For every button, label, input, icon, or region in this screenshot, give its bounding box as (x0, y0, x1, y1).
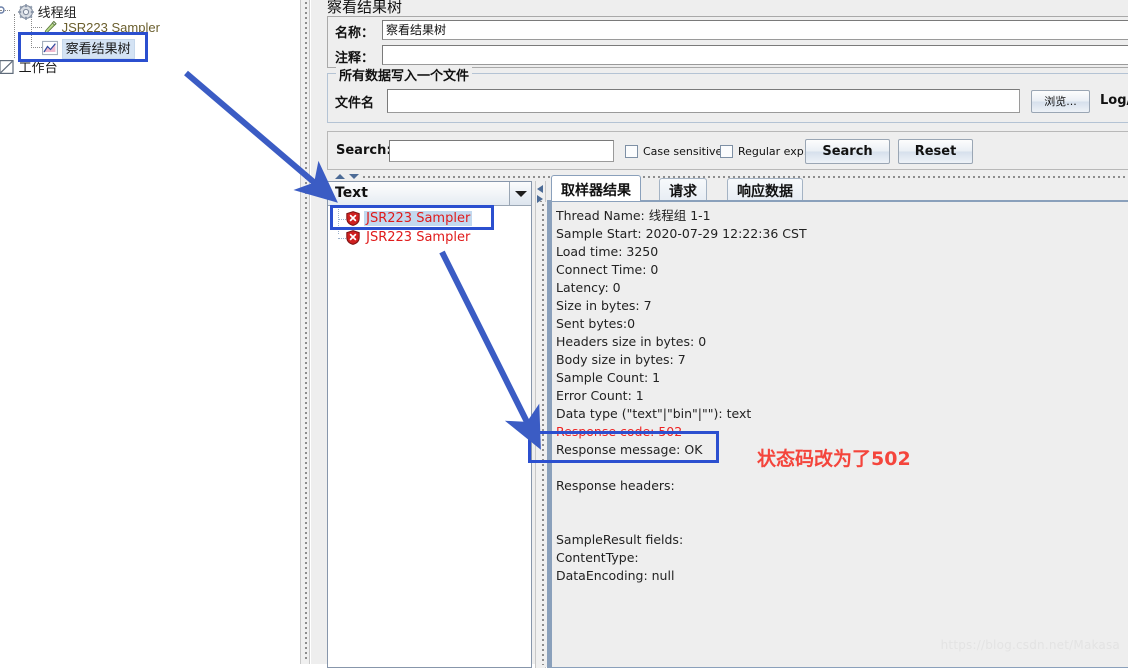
pane-left-splitter[interactable] (539, 202, 547, 667)
pane-left-bar (548, 202, 552, 667)
case-sensitive-checkbox[interactable] (625, 145, 638, 158)
sampler-result-line: Headers size in bytes: 0 (556, 334, 707, 349)
comment-row: 注释： (328, 43, 1128, 67)
sampler-result-line: Data type ("text"|"bin"|""): text (556, 406, 752, 421)
sampler-result-line: Thread Name: 线程组 1-1 (556, 208, 711, 223)
app-root: 线程组 JSR223 Sampler 察看结果树 工作台 察看结果树 名称： 察… (0, 0, 1128, 668)
tree-item-workbench[interactable]: 工作台 (0, 57, 58, 76)
sampler-result-line (556, 495, 1128, 513)
list-connector-h1 (338, 219, 346, 220)
sampler-result-pane: Thread Name: 线程组 1-1 Sample Start: 2020-0… (539, 202, 1128, 668)
sampler-result-line: SampleResult fields: (556, 532, 684, 547)
comment-label: 注释： (335, 51, 375, 66)
collapse-down-icon[interactable] (349, 174, 359, 179)
tree-connector-vertical (14, 14, 15, 58)
sampler-result-line: DataEncoding: null (556, 568, 675, 583)
list-connector (338, 209, 339, 234)
vertical-splitter[interactable] (300, 0, 310, 664)
results-tree-list: Text JSR223 Sampler JSR223 Sampler (327, 181, 532, 668)
renderer-combo-value: Text (335, 185, 368, 201)
collapse-left-icon[interactable] (537, 185, 543, 193)
reset-button[interactable]: Reset (898, 139, 973, 164)
filename-label: 文件名 (335, 96, 375, 111)
group-title: 所有数据写入一个文件 (336, 65, 473, 84)
tree-item-label: 工作台 (18, 60, 58, 75)
tree-item-label: JSR223 Sampler (61, 20, 160, 36)
annotation-note: 状态码改为了502 (757, 448, 911, 470)
gear-icon (18, 3, 34, 20)
write-all-data-to-file-group: 所有数据写入一个文件 文件名 浏览... Log/Di (327, 65, 1128, 123)
tab-response-data[interactable]: 响应数据 (727, 178, 803, 201)
page-title: 察看结果树 (327, 0, 403, 16)
result-item-label: JSR223 Sampler (366, 230, 471, 245)
sampler-result-line: ContentType: (556, 550, 639, 565)
tabstrip: 取样器结果 请求 响应数据 (547, 175, 1128, 202)
test-plan-tree-panel: 线程组 JSR223 Sampler 察看结果树 工作台 (0, 0, 300, 664)
search-input[interactable] (389, 140, 614, 162)
list-connector-h2 (338, 238, 346, 239)
tree-item-label: 察看结果树 (61, 39, 135, 59)
results-tree-icon (42, 40, 58, 55)
workbench-icon (0, 59, 14, 74)
tree-item-jsr223-sampler[interactable]: JSR223 Sampler (42, 19, 160, 36)
sampler-result-line: Error Count: 1 (556, 388, 644, 403)
case-sensitive-label: Case sensitive (643, 145, 723, 158)
result-list-item[interactable]: JSR223 Sampler (346, 211, 473, 226)
sampler-result-line: Sent bytes:0 (556, 316, 636, 331)
tab-request[interactable]: 请求 (659, 178, 707, 201)
view-results-tree-panel: 察看结果树 名称： 察看结果树 注释： 所有数据写入一个文件 文件名 浏览...… (311, 0, 1128, 668)
name-comment-form: 名称： 察看结果树 注释： (327, 16, 1128, 68)
regular-exp-checkbox[interactable] (720, 145, 733, 158)
watermark: https://blog.csdn.net/Makasa (940, 638, 1120, 652)
sampler-result-line: Load time: 3250 (556, 244, 659, 259)
search-label: Search: (336, 143, 392, 158)
tree-expand-toggle-icon[interactable] (0, 4, 9, 16)
collapse-up-icon[interactable] (335, 174, 345, 179)
sampler-result-line: Body size in bytes: 7 (556, 352, 686, 367)
test-tube-icon (43, 20, 57, 34)
tab-sampler-result[interactable]: 取样器结果 (551, 175, 641, 201)
renderer-combo[interactable]: Text (328, 182, 531, 206)
sampler-result-line: Response headers: (556, 478, 675, 493)
name-label: 名称： (335, 26, 375, 41)
chevron-down-icon (515, 191, 527, 197)
comment-input[interactable] (382, 45, 1128, 65)
name-row: 名称： 察看结果树 (328, 18, 1128, 42)
error-shield-icon (346, 230, 360, 245)
search-button[interactable]: Search (805, 139, 890, 164)
renderer-combo-button[interactable] (509, 182, 531, 205)
sampler-result-line: Sample Count: 1 (556, 370, 661, 385)
tree-item-view-results-tree[interactable]: 察看结果树 (42, 38, 135, 59)
tree-connector-h2 (31, 47, 42, 48)
tree-connector-h1 (31, 27, 42, 28)
tree-item-label: 线程组 (37, 5, 77, 20)
sampler-result-text[interactable]: Thread Name: 线程组 1-1 Sample Start: 2020-0… (556, 207, 1128, 667)
error-shield-icon (346, 211, 360, 226)
name-input[interactable]: 察看结果树 (382, 20, 1128, 40)
result-tabs-area: 取样器结果 请求 响应数据 Thread Name: 线程组 1-1 Sample… (539, 175, 1128, 668)
result-list-item[interactable]: JSR223 Sampler (346, 230, 472, 245)
sampler-result-line: Latency: 0 (556, 280, 621, 295)
sampler-result-line: Connect Time: 0 (556, 262, 659, 277)
sampler-result-line (556, 513, 1128, 531)
browse-button[interactable]: 浏览... (1031, 90, 1090, 113)
sampler-result-line: Sample Start: 2020-07-29 12:22:36 CST (556, 226, 807, 241)
regular-exp-label: Regular exp. (738, 145, 808, 158)
sampler-result-line: Size in bytes: 7 (556, 298, 652, 313)
splitter-grip (305, 2, 307, 662)
filename-input[interactable] (387, 89, 1020, 113)
search-bar: Search: Case sensitive Regular exp. Sear… (327, 131, 1128, 170)
log-display-label: Log/Di (1100, 93, 1128, 108)
sampler-result-line: Response code: 502 (556, 424, 683, 439)
result-item-label: JSR223 Sampler (364, 211, 473, 226)
